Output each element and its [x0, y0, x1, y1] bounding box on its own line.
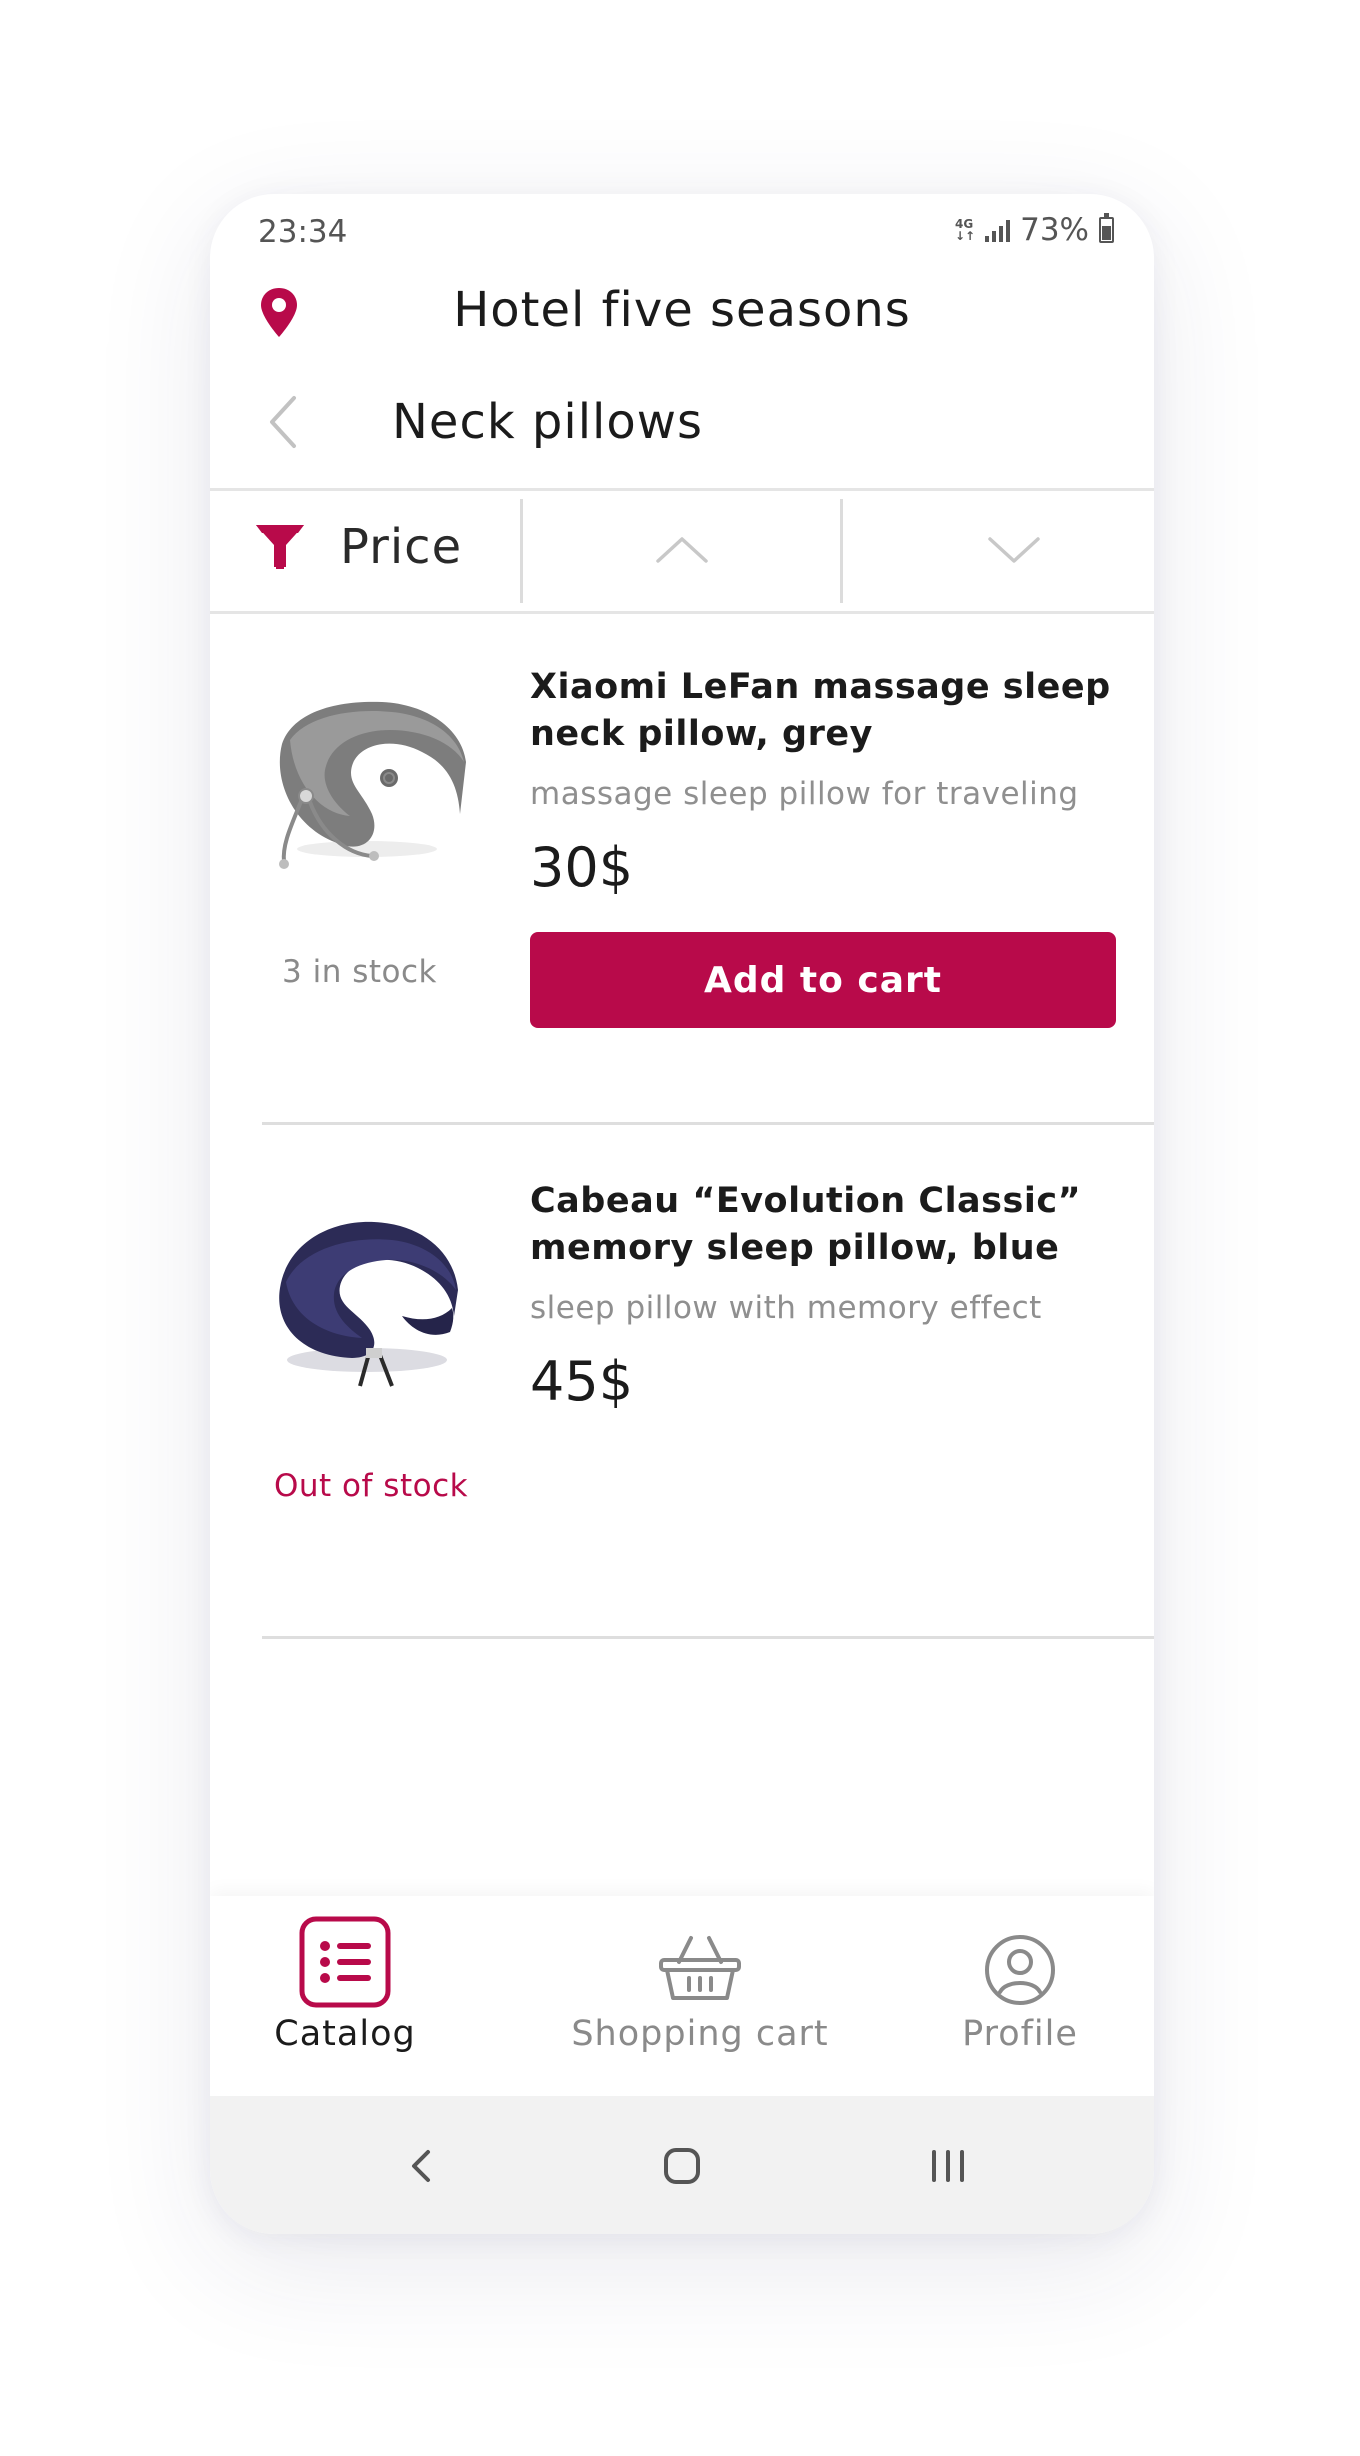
- network-icon: 4G ↓↑: [955, 218, 975, 242]
- shopping-basket-icon: [659, 1936, 741, 2000]
- nav-catalog-label: Catalog: [274, 2014, 416, 2054]
- nav-profile-label: Profile: [962, 2014, 1078, 2054]
- add-to-cart-button[interactable]: Add to cart: [530, 932, 1116, 1028]
- data-arrows-icon: ↓↑: [954, 229, 976, 243]
- battery-icon: [1099, 213, 1114, 243]
- nav-shopping-cart[interactable]: Shopping cart: [550, 1896, 850, 2096]
- system-recents-icon[interactable]: [928, 2146, 968, 2186]
- product-description: sleep pillow with memory effect: [530, 1290, 1042, 1326]
- filter-bar: Price: [210, 488, 1154, 614]
- item-divider: [262, 1636, 1154, 1639]
- catalog-list-icon: [299, 1916, 391, 2008]
- status-time: 23:34: [258, 214, 348, 250]
- product-price: 30$: [530, 836, 634, 899]
- product-price: 45$: [530, 1350, 634, 1413]
- filter-price-label[interactable]: Price: [340, 519, 462, 575]
- status-bar: 23:34 4G ↓↑ 73%: [210, 194, 1154, 264]
- stock-status: Out of stock: [274, 1468, 469, 1504]
- product-description: massage sleep pillow for traveling: [530, 776, 1079, 812]
- filter-funnel-icon[interactable]: [254, 521, 306, 571]
- bottom-navigation: Catalog Shopping cart Profile: [210, 1896, 1154, 2096]
- hotel-name: Hotel five seasons: [453, 282, 911, 338]
- filter-divider: [840, 499, 843, 603]
- stock-status: 3 in stock: [282, 954, 437, 990]
- nav-profile[interactable]: Profile: [930, 1896, 1110, 2096]
- grey-neck-pillow-image: [279, 701, 466, 869]
- item-divider: [262, 1122, 1154, 1125]
- system-navigation-bar: [210, 2096, 1154, 2234]
- product-name[interactable]: Cabeau “Evolution Classic” memory sleep …: [530, 1178, 1130, 1272]
- signal-icon: [985, 218, 1011, 242]
- blue-neck-pillow-image: [279, 1221, 458, 1387]
- page-title: Neck pillows: [392, 394, 703, 450]
- battery-percent: 73%: [1020, 212, 1089, 248]
- status-icons: 4G ↓↑ 73%: [955, 212, 1114, 248]
- chevron-up-icon: [656, 537, 708, 563]
- sort-descending-button[interactable]: [914, 503, 1114, 603]
- sort-ascending-button[interactable]: [582, 503, 782, 603]
- battery-fill: [1102, 225, 1111, 240]
- back-arrow-icon[interactable]: [258, 390, 308, 454]
- profile-user-icon: [985, 1935, 1055, 2005]
- system-home-icon[interactable]: [662, 2146, 702, 2186]
- product-name[interactable]: Xiaomi LeFan massage sleep neck pillow, …: [530, 664, 1130, 758]
- nav-catalog[interactable]: Catalog: [250, 1896, 440, 2096]
- filter-divider: [520, 499, 523, 603]
- nav-cart-label: Shopping cart: [571, 2014, 829, 2054]
- chevron-down-icon: [988, 537, 1040, 563]
- system-back-icon[interactable]: [406, 2146, 436, 2186]
- phone-screen: 23:34 4G ↓↑ 73% Hotel five seasons Neck …: [210, 194, 1154, 2234]
